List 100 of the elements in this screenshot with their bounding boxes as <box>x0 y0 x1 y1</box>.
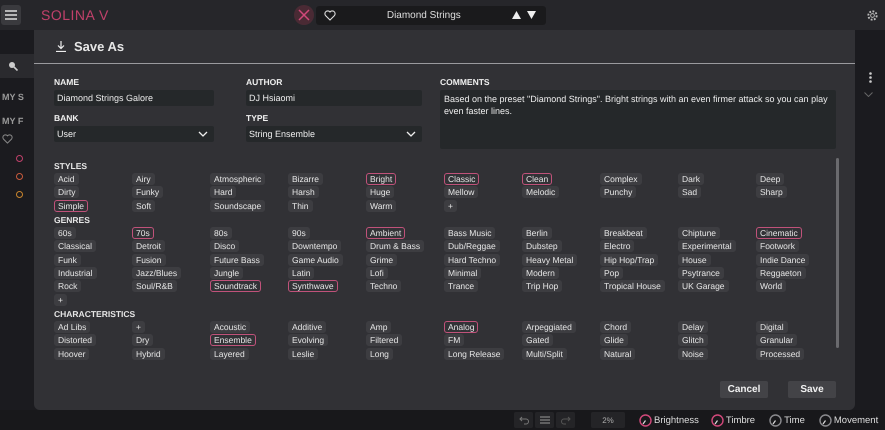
tag-chip[interactable]: Drum & Bass <box>366 240 424 252</box>
tag-chip[interactable]: Indie Dance <box>756 254 810 266</box>
tag-chip[interactable]: House <box>678 254 711 266</box>
scrollbar[interactable] <box>836 158 839 348</box>
tag-chip[interactable]: Distorted <box>54 334 96 346</box>
tag-chip[interactable]: Bizarre <box>288 173 323 185</box>
tag-chip[interactable]: Rock <box>54 280 82 292</box>
tag-chip[interactable]: Cinematic <box>756 226 802 239</box>
tag-chip[interactable]: Airy <box>132 173 155 185</box>
tag-chip[interactable]: FM <box>444 334 464 346</box>
chevron-down-icon[interactable] <box>864 92 872 97</box>
author-field[interactable]: DJ Hsiaomi <box>246 90 422 106</box>
tag-chip[interactable]: Tropical House <box>600 280 665 292</box>
tag-chip[interactable]: Jazz/Blues <box>132 266 182 279</box>
tag-chip[interactable]: Harsh <box>288 186 319 198</box>
tag-chip[interactable]: Analog <box>444 320 478 333</box>
tag-chip[interactable]: Chiptune <box>678 226 720 239</box>
down-arrow-icon[interactable] <box>526 11 536 19</box>
tag-chip[interactable]: Hip Hop/Trap <box>600 254 658 266</box>
tag-chip[interactable]: Future Bass <box>210 254 264 266</box>
tag-chip[interactable]: Funky <box>132 186 164 198</box>
tag-chip[interactable]: Thin <box>288 200 313 212</box>
settings-icon[interactable] <box>866 8 879 22</box>
tag-chip[interactable]: Soul/R&B <box>132 280 177 292</box>
tag-chip[interactable]: Complex <box>600 173 642 185</box>
tag-chip[interactable]: Additive <box>288 320 326 333</box>
knob[interactable] <box>710 414 724 426</box>
tag-chip[interactable]: Experimental <box>678 240 736 252</box>
tag-chip[interactable]: World <box>756 280 786 292</box>
tag-chip[interactable]: UK Garage <box>678 280 729 292</box>
menu-button[interactable] <box>1 5 21 25</box>
tag-chip[interactable]: Simple <box>54 200 88 212</box>
tag-chip[interactable]: Modern <box>522 266 559 279</box>
tag-chip[interactable]: Soundtrack <box>210 280 261 292</box>
tag-chip[interactable]: Atmospheric <box>210 173 266 185</box>
tag-chip[interactable]: Minimal <box>444 266 482 279</box>
history-button[interactable] <box>535 412 554 428</box>
tag-chip[interactable]: Dubstep <box>522 240 562 252</box>
tag-chip[interactable]: Lofi <box>366 266 388 279</box>
comments-field[interactable]: Based on the preset "Diamond Strings". Bright strings with an even firmer attack so you can play even faster lines. <box>440 90 836 149</box>
search-bar[interactable] <box>0 54 34 78</box>
tag-chip[interactable]: Glitch <box>678 334 708 346</box>
save-button[interactable]: Save <box>788 381 836 398</box>
tag-chip[interactable]: 90s <box>288 226 310 239</box>
knob[interactable] <box>639 414 652 426</box>
tag-chip[interactable]: + <box>444 200 457 212</box>
tag-chip[interactable]: Downtempo <box>288 240 342 252</box>
knob[interactable] <box>769 414 782 426</box>
tag-chip[interactable]: Punchy <box>600 186 636 198</box>
tag-chip[interactable]: Dirty <box>54 186 80 198</box>
close-button[interactable] <box>294 5 314 25</box>
tag-chip[interactable]: Long <box>366 348 393 360</box>
tag-chip[interactable]: Digital <box>756 320 788 333</box>
tag-chip[interactable]: Electro <box>600 240 634 252</box>
knob[interactable] <box>818 414 832 426</box>
tag-chip[interactable]: + <box>54 294 67 306</box>
tag-chip[interactable]: Trance <box>444 280 478 292</box>
tag-chip[interactable]: + <box>132 320 145 333</box>
tag-chip[interactable]: Sad <box>678 186 702 198</box>
undo-button[interactable] <box>514 412 533 428</box>
tag-chip[interactable]: Glide <box>600 334 628 346</box>
tag-chip[interactable]: Acid <box>54 173 79 185</box>
type-dropdown[interactable]: String Ensemble <box>246 126 422 142</box>
tag-chip[interactable]: Hard Techno <box>444 254 500 266</box>
up-arrow-icon[interactable] <box>512 11 521 19</box>
tag-chip[interactable]: 60s <box>54 226 76 239</box>
tag-chip[interactable]: Melodic <box>522 186 560 198</box>
name-field[interactable]: Diamond Strings Galore <box>54 90 214 106</box>
tag-chip[interactable]: Ad Libs <box>54 320 90 333</box>
tag-chip[interactable]: Game Audio <box>288 254 343 266</box>
tag-chip[interactable]: Ensemble <box>210 334 256 346</box>
tag-chip[interactable]: Huge <box>366 186 394 198</box>
tag-chip[interactable]: Leslie <box>288 348 318 360</box>
tag-chip[interactable]: Noise <box>678 348 708 360</box>
more-icon[interactable] <box>868 72 872 83</box>
tag-chip[interactable]: Disco <box>210 240 240 252</box>
tag-chip[interactable]: Chord <box>600 320 632 333</box>
tag-chip[interactable]: Dark <box>678 173 704 185</box>
tag-chip[interactable]: Breakbeat <box>600 226 647 239</box>
tag-chip[interactable]: Hoover <box>54 348 90 360</box>
tag-chip[interactable]: Techno <box>366 280 402 292</box>
tag-chip[interactable]: Long Release <box>444 348 504 360</box>
tag-chip[interactable]: Bass Music <box>444 226 496 239</box>
tag-chip[interactable]: 70s <box>132 226 154 239</box>
tag-chip[interactable]: Footwork <box>756 240 799 252</box>
tag-chip[interactable]: Synthwave <box>288 280 338 292</box>
tag-chip[interactable]: Multi/Split <box>522 348 567 360</box>
tag-chip[interactable]: Warm <box>366 200 396 212</box>
tag-chip[interactable]: Mellow <box>444 186 478 198</box>
preset-selector[interactable]: Diamond Strings <box>316 6 546 24</box>
tag-chip[interactable]: Dub/Reggae <box>444 240 500 252</box>
tag-chip[interactable]: Latin <box>288 266 314 279</box>
tag-chip[interactable]: Industrial <box>54 266 96 279</box>
tag-chip[interactable]: Classical <box>54 240 96 252</box>
tag-chip[interactable]: Detroit <box>132 240 166 252</box>
tag-chip[interactable]: Soft <box>132 200 156 212</box>
tag-chip[interactable]: Processed <box>756 348 804 360</box>
tag-chip[interactable]: Delay <box>678 320 708 333</box>
tag-chip[interactable]: Acoustic <box>210 320 250 333</box>
tag-chip[interactable]: Bright <box>366 173 396 185</box>
